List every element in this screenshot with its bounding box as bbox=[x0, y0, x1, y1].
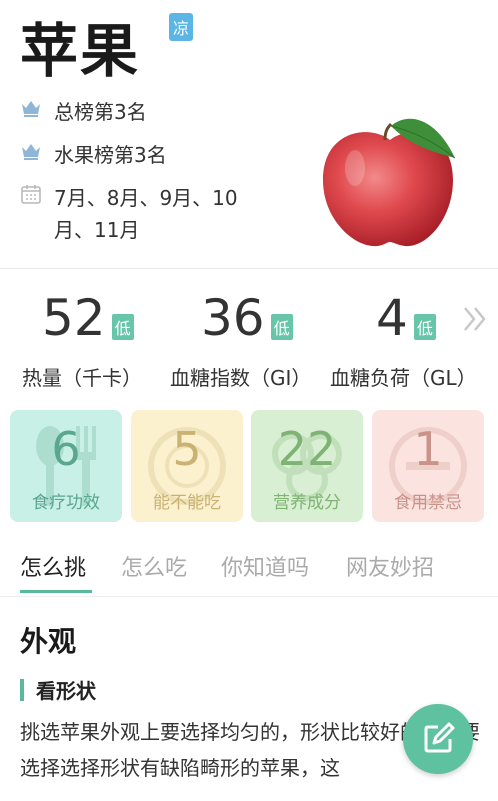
calories-label: 热量（千卡） bbox=[22, 366, 142, 390]
gi-level-tag: 低 bbox=[270, 314, 293, 340]
card-can-eat[interactable]: 5 能不能吃 bbox=[131, 410, 243, 522]
nature-badge: 凉 bbox=[169, 13, 194, 41]
metric-calories: 52 低 bbox=[42, 290, 134, 346]
card-therapeutic-effects[interactable]: 6 食疗功效 bbox=[10, 410, 122, 522]
nutrition-icon bbox=[272, 433, 342, 501]
card-nutrition[interactable]: 22 营养成分 bbox=[251, 410, 363, 522]
tab-how-to-eat[interactable]: 怎么吃 bbox=[121, 550, 187, 582]
gi-label: 血糖指数（GI） bbox=[170, 366, 312, 390]
tab-did-you-know[interactable]: 你知道吗 bbox=[221, 550, 309, 582]
gi-value: 36 bbox=[201, 289, 265, 347]
header-divider bbox=[0, 268, 498, 269]
double-chevron-right-icon[interactable] bbox=[462, 302, 488, 336]
metric-gl: 4 低 bbox=[376, 290, 436, 346]
content-tabs: 怎么挑 怎么吃 你知道吗 网友妙招 bbox=[0, 550, 498, 596]
rank-total-row: 总榜第3名 bbox=[20, 96, 274, 128]
crown-icon bbox=[22, 144, 40, 160]
rank-fruit-text: 水果榜第3名 bbox=[54, 143, 167, 167]
calendar-icon bbox=[21, 185, 41, 204]
crown-icon bbox=[22, 101, 40, 117]
edit-icon bbox=[424, 722, 455, 753]
subsection-marker bbox=[20, 679, 24, 701]
rank-fruit-row: 水果榜第3名 bbox=[20, 139, 274, 171]
calories-level-tag: 低 bbox=[111, 314, 134, 340]
plate-icon bbox=[148, 427, 226, 505]
rank-total-text: 总榜第3名 bbox=[54, 100, 147, 124]
gl-level-tag: 低 bbox=[413, 314, 436, 340]
section-title: 外观 bbox=[20, 625, 77, 658]
tabs-divider bbox=[0, 596, 498, 597]
no-entry-icon bbox=[389, 427, 467, 505]
active-tab-indicator bbox=[20, 590, 92, 593]
season-row: 7月、8月、9月、10月、11月 bbox=[20, 182, 274, 246]
page-title: 苹果 bbox=[20, 17, 141, 85]
tab-user-tips[interactable]: 网友妙招 bbox=[346, 550, 434, 582]
fork-spoon-icon bbox=[36, 426, 96, 506]
gl-label: 血糖负荷（GL） bbox=[330, 366, 477, 390]
calories-value: 52 bbox=[42, 289, 106, 347]
card-taboos[interactable]: 1 食用禁忌 bbox=[372, 410, 484, 522]
edit-button[interactable] bbox=[403, 704, 473, 774]
tab-how-to-choose[interactable]: 怎么挑 bbox=[20, 550, 86, 582]
season-text: 7月、8月、9月、10月、11月 bbox=[54, 186, 238, 242]
metric-gi: 36 低 bbox=[201, 290, 293, 346]
gl-value: 4 bbox=[376, 289, 408, 347]
apple-image bbox=[323, 118, 456, 247]
subsection-title: 看形状 bbox=[36, 679, 96, 703]
